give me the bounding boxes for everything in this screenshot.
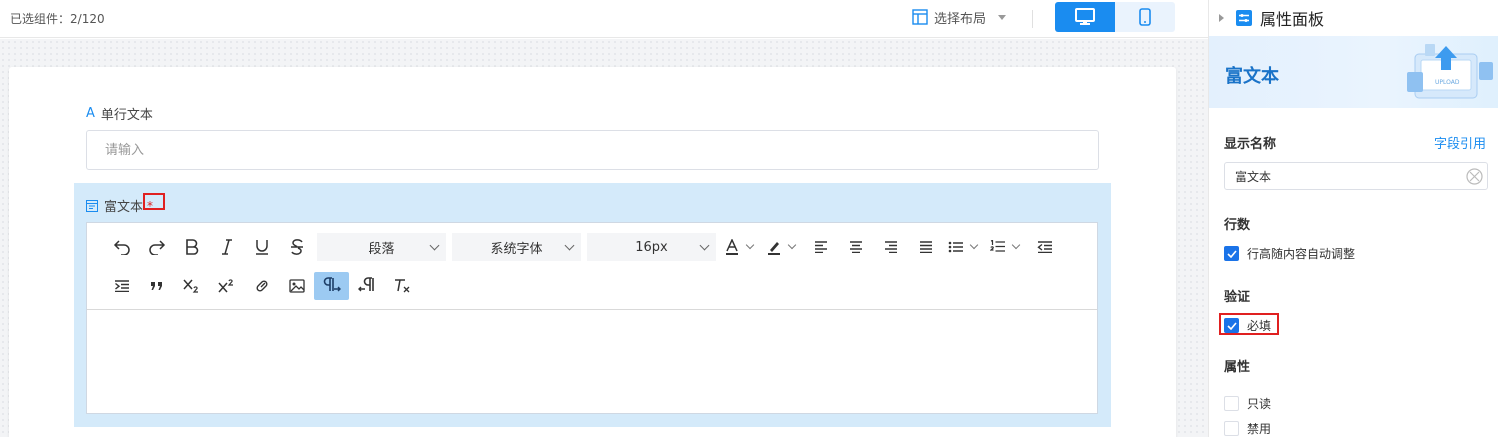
paragraph-select[interactable]: 段落	[317, 233, 446, 261]
mobile-icon	[1139, 8, 1151, 26]
sliders-icon	[1236, 10, 1252, 26]
single-text-input[interactable]	[86, 130, 1099, 170]
collapse-toggle-icon[interactable]	[1219, 14, 1224, 22]
desktop-view-button[interactable]	[1055, 2, 1115, 32]
divider	[1032, 10, 1033, 28]
chevron-down-icon	[564, 240, 575, 251]
required-mark-highlight	[143, 193, 165, 210]
display-name-label: 显示名称	[1224, 137, 1277, 152]
link-icon[interactable]	[244, 272, 279, 300]
auto-height-label: 行高随内容自动调整	[1247, 247, 1356, 261]
clear-input-icon[interactable]	[1466, 168, 1483, 185]
italic-icon[interactable]	[209, 233, 244, 261]
chevron-down-icon	[429, 240, 440, 251]
checkbox-unchecked-icon	[1224, 421, 1239, 436]
align-center-icon[interactable]	[838, 233, 873, 261]
rich-text-icon	[86, 199, 98, 212]
font-color-icon[interactable]	[719, 233, 745, 261]
font-size-select[interactable]: 16px	[587, 233, 716, 261]
font-family-select[interactable]: 系统字体	[452, 233, 581, 261]
selected-label: 已选组件：	[10, 12, 71, 26]
disabled-checkbox[interactable]: 禁用	[1224, 420, 1271, 437]
mobile-view-button[interactable]	[1115, 2, 1175, 32]
font-select-value: 系统字体	[490, 241, 543, 257]
top-toolbar: 已选组件：2/120 选择布局	[0, 0, 1208, 38]
align-right-icon[interactable]	[873, 233, 908, 261]
clear-format-icon[interactable]	[384, 272, 419, 300]
upload-illustration-icon: UPLOAD	[1407, 44, 1493, 99]
rich-text-title: 富文本	[104, 200, 144, 215]
layout-select-label: 选择布局	[934, 11, 987, 27]
single-text-label: A 单行文本	[86, 104, 153, 123]
attributes-section-label: 属性	[1224, 360, 1251, 375]
paragraph-select-value: 段落	[368, 241, 395, 257]
superscript-icon[interactable]	[209, 272, 244, 300]
rtl-icon[interactable]	[349, 272, 384, 300]
desktop-icon	[1075, 8, 1095, 25]
chevron-down-icon	[699, 240, 710, 251]
bold-icon[interactable]	[174, 233, 209, 261]
disabled-label: 禁用	[1247, 422, 1272, 436]
toolbar-row-1: 段落 系统字体 16px	[104, 233, 1062, 261]
align-left-icon[interactable]	[803, 233, 838, 261]
component-type-title: 富文本	[1225, 66, 1279, 87]
chevron-down-icon[interactable]	[745, 240, 755, 250]
layout-select[interactable]: 选择布局	[912, 7, 1007, 27]
panel-header: 属性面板	[1209, 0, 1498, 36]
property-panel: 属性面板 富文本 UPLOAD 显示名称 字段引用 富文本 行数 行高随内容自动…	[1208, 0, 1498, 437]
outdent-icon[interactable]	[1027, 233, 1062, 261]
panel-title: 属性面板	[1260, 10, 1325, 29]
field-reference-link[interactable]: 字段引用	[1434, 133, 1486, 152]
ltr-icon[interactable]	[314, 272, 349, 300]
blockquote-icon[interactable]	[139, 272, 174, 300]
redo-icon[interactable]	[139, 233, 174, 261]
single-text-title: 单行文本	[100, 108, 153, 123]
auto-height-checkbox[interactable]: 行高随内容自动调整	[1224, 245, 1355, 262]
layout-icon	[912, 9, 928, 25]
subscript-icon[interactable]	[174, 272, 209, 300]
highlight-icon[interactable]	[761, 233, 787, 261]
indent-icon[interactable]	[104, 272, 139, 300]
form-designer: 已选组件：2/120 选择布局 A 单行文本 请输入 富文本 * 段落 系统字体…	[0, 0, 1498, 437]
rich-text-editor: 段落 系统字体 16px	[86, 222, 1098, 414]
undo-icon[interactable]	[104, 233, 139, 261]
image-icon[interactable]	[279, 272, 314, 300]
validation-section-label: 验证	[1224, 290, 1251, 305]
component-banner: 富文本 UPLOAD	[1209, 36, 1498, 108]
selected-count: 2/120	[70, 12, 105, 26]
text-field-icon: A	[86, 106, 95, 121]
device-switch	[1055, 2, 1175, 32]
editor-toolbar: 段落 系统字体 16px	[87, 223, 1097, 310]
checkbox-unchecked-icon	[1224, 396, 1239, 411]
selected-components-count: 已选组件：2/120	[10, 10, 105, 27]
illustration-upload-text: UPLOAD	[1435, 79, 1460, 86]
ordered-list-icon[interactable]	[985, 233, 1011, 261]
strikethrough-icon[interactable]	[279, 233, 314, 261]
underline-icon[interactable]	[244, 233, 279, 261]
caret-down-icon	[998, 14, 1007, 20]
form-card: A 单行文本 富文本*	[9, 67, 1176, 437]
rows-section-label: 行数	[1224, 218, 1251, 233]
design-canvas: A 单行文本 富文本*	[0, 39, 1208, 437]
checkbox-checked-icon	[1224, 246, 1239, 261]
chevron-down-icon[interactable]	[969, 240, 979, 250]
required-checkbox-highlight	[1219, 313, 1279, 335]
display-name-value: 富文本	[1235, 169, 1272, 184]
chevron-down-icon[interactable]	[787, 240, 797, 250]
editor-content[interactable]	[87, 311, 1097, 413]
justify-icon[interactable]	[908, 233, 943, 261]
chevron-down-icon[interactable]	[1011, 240, 1021, 250]
toolbar-row-2	[104, 272, 419, 300]
readonly-checkbox[interactable]: 只读	[1224, 395, 1271, 412]
rich-text-field[interactable]: 富文本 * 段落 系统字体 16px	[74, 183, 1111, 427]
size-select-value: 16px	[635, 239, 668, 255]
display-name-input[interactable]: 富文本	[1224, 162, 1488, 190]
readonly-label: 只读	[1247, 397, 1272, 411]
bullet-list-icon[interactable]	[943, 233, 969, 261]
